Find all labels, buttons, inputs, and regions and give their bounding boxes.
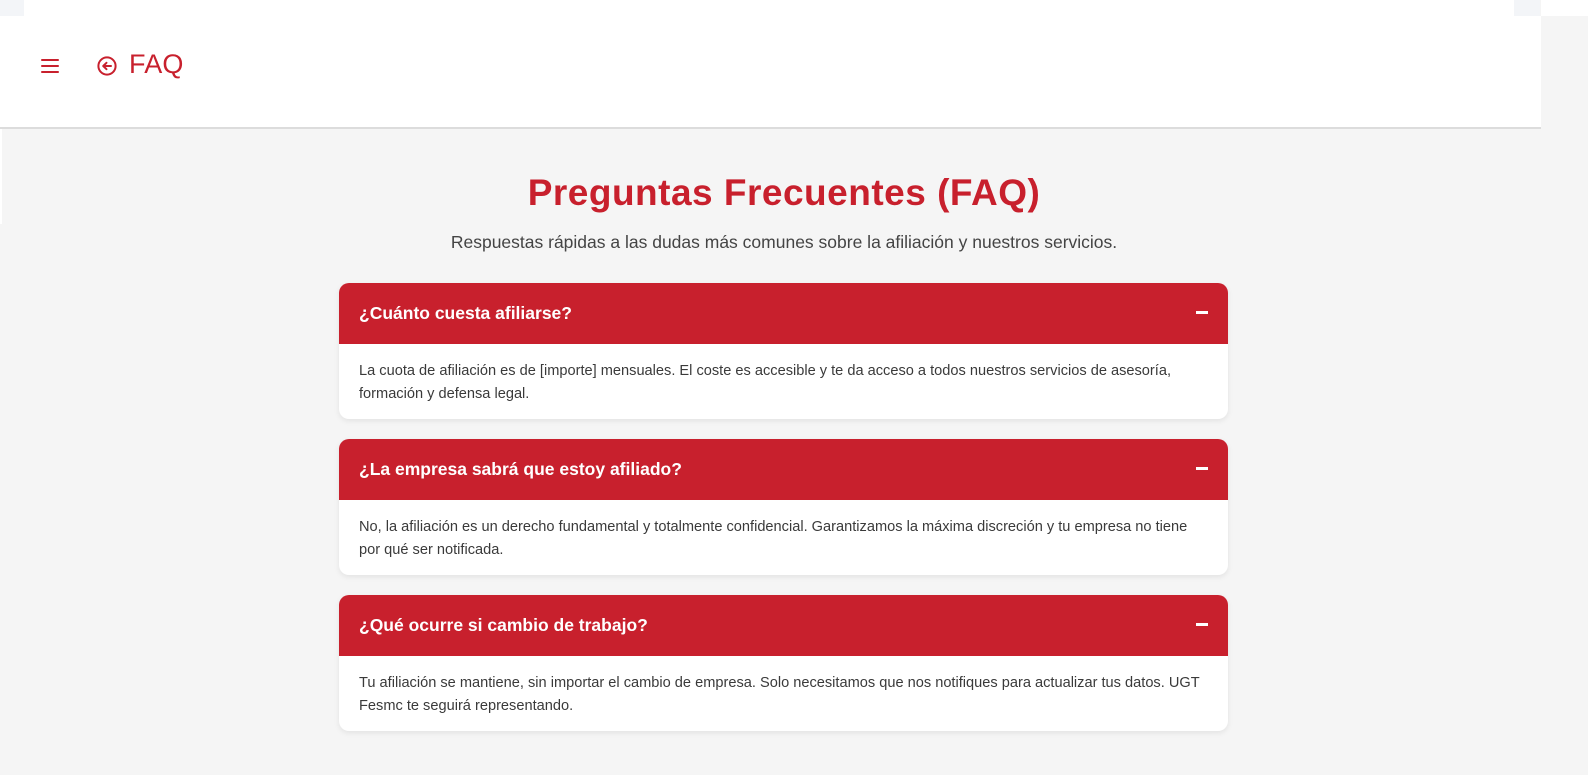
- hamburger-menu-icon[interactable]: [38, 56, 62, 76]
- faq-list: ¿Cuánto cuesta afiliarse? La cuota de af…: [339, 283, 1228, 751]
- faq-item: ¿Qué ocurre si cambio de trabajo? Tu afi…: [339, 595, 1228, 731]
- faq-question: ¿Qué ocurre si cambio de trabajo?: [359, 615, 648, 635]
- top-strip-inner: [24, 0, 1514, 16]
- menu-line: [41, 59, 59, 61]
- faq-question: ¿La empresa sabrá que estoy afiliado?: [359, 459, 682, 479]
- page-title: Preguntas Frecuentes (FAQ): [527, 172, 1041, 213]
- faq-answer-panel: Tu afiliación se mantiene, sin importar …: [339, 656, 1228, 731]
- faq-question-header[interactable]: ¿Qué ocurre si cambio de trabajo?: [339, 595, 1228, 656]
- header-title: FAQ: [129, 49, 184, 79]
- menu-line: [41, 65, 59, 67]
- faq-answer: La cuota de afiliación es de [importe] m…: [359, 363, 1172, 402]
- faq-question-header[interactable]: ¿La empresa sabrá que estoy afiliado?: [339, 439, 1228, 500]
- faq-item: ¿La empresa sabrá que estoy afiliado? No…: [339, 439, 1228, 575]
- minus-icon[interactable]: [1196, 311, 1208, 314]
- top-strip: [0, 0, 1540, 16]
- top-right-edge: [1541, 0, 1588, 16]
- minus-icon[interactable]: [1196, 467, 1208, 470]
- faq-question: ¿Cuánto cuesta afiliarse?: [359, 303, 572, 323]
- faq-answer: Tu afiliación se mantiene, sin importar …: [359, 675, 1200, 714]
- faq-answer: No, la afiliación es un derecho fundamen…: [359, 519, 1188, 558]
- minus-icon[interactable]: [1196, 623, 1208, 626]
- page: FAQ Preguntas Frecuentes (FAQ) Respuesta…: [0, 0, 1588, 775]
- menu-line: [41, 71, 59, 73]
- circle-arrow-left-icon[interactable]: [96, 55, 118, 77]
- page-subtitle: Respuestas rápidas a las dudas más comun…: [450, 232, 1118, 252]
- faq-answer-panel: La cuota de afiliación es de [importe] m…: [339, 344, 1228, 419]
- faq-item: ¿Cuánto cuesta afiliarse? La cuota de af…: [339, 283, 1228, 419]
- faq-question-header[interactable]: ¿Cuánto cuesta afiliarse?: [339, 283, 1228, 344]
- faq-answer-panel: No, la afiliación es un derecho fundamen…: [339, 500, 1228, 575]
- back-arrow-svg: [97, 56, 117, 76]
- top-header: FAQ: [0, 16, 1541, 129]
